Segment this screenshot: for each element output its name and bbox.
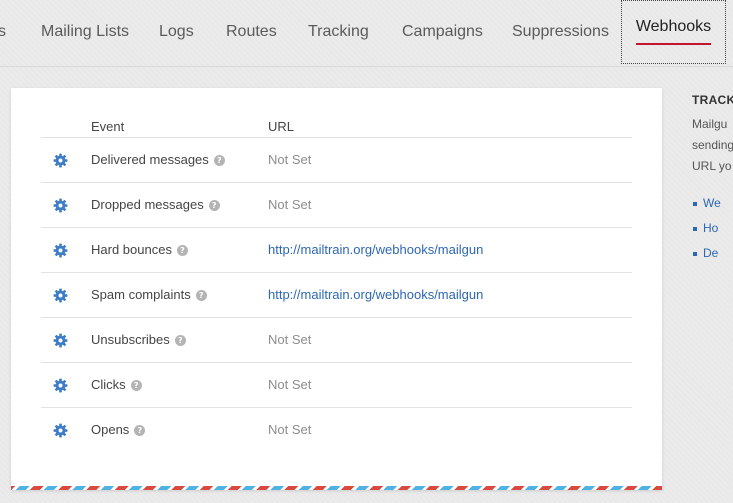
webhook-url[interactable]: http://mailtrain.org/webhooks/mailgun	[268, 287, 483, 302]
tab-mailing-lists[interactable]: Mailing Lists	[41, 0, 129, 64]
sidebar-text-line: sending	[692, 138, 733, 152]
table-row: Delivered messages? Not Set	[41, 138, 632, 183]
question-circle-icon[interactable]: ?	[213, 155, 225, 166]
tab-logs[interactable]: Logs	[159, 0, 194, 64]
webhook-url: Not Set	[268, 197, 312, 212]
event-label: Spam complaints	[91, 287, 191, 302]
event-name: Spam complaints?	[91, 287, 207, 302]
sidebar-link-item: We	[692, 191, 733, 216]
sidebar-link-item: Ho	[692, 216, 733, 241]
event-name: Unsubscribes?	[91, 332, 186, 347]
sidebar-link-item: De	[692, 241, 733, 266]
column-header-url: URL	[268, 119, 295, 134]
webhooks-card: Event URL Delivered messages? Not Set Drop…	[11, 88, 662, 490]
webhook-url: Not Set	[268, 377, 312, 392]
table-row: Opens? Not Set	[41, 408, 632, 453]
gear-icon[interactable]	[53, 243, 68, 258]
table-row: Dropped messages? Not Set	[41, 183, 632, 228]
table-header: Event URL	[41, 115, 632, 138]
event-label: Unsubscribes	[91, 332, 170, 347]
event-label: Dropped messages	[91, 197, 204, 212]
gear-icon[interactable]	[53, 423, 68, 438]
gear-icon[interactable]	[53, 333, 68, 348]
webhooks-table: Event URL Delivered messages? Not Set Drop…	[41, 115, 632, 453]
event-label: Hard bounces	[91, 242, 172, 257]
top-nav: s Mailing Lists Logs Routes Tracking Cam…	[0, 0, 733, 67]
question-circle-icon[interactable]: ?	[208, 200, 220, 211]
question-circle-icon[interactable]: ?	[130, 380, 142, 391]
table-row: Hard bounces? http://mailtrain.org/webhoo…	[41, 228, 632, 273]
sidebar-text-line: Mailgu	[692, 117, 728, 131]
gear-icon[interactable]	[53, 153, 68, 168]
sidebar-link[interactable]: We	[703, 196, 721, 210]
question-circle-icon[interactable]: ?	[195, 290, 207, 301]
table-body: Delivered messages? Not Set Dropped messag…	[41, 138, 632, 453]
event-name: Delivered messages?	[91, 152, 225, 167]
webhook-url: Not Set	[268, 422, 312, 437]
event-label: Opens	[91, 422, 130, 437]
gear-icon[interactable]	[53, 288, 68, 303]
event-name: Dropped messages?	[91, 197, 220, 212]
tab-suppressions[interactable]: Suppressions	[512, 0, 609, 64]
question-circle-icon[interactable]: ?	[174, 335, 186, 346]
sidebar-text-line: URL yo	[692, 159, 732, 173]
tab-webhooks-label: Webhooks	[635, 17, 712, 45]
question-circle-icon[interactable]: ?	[134, 425, 146, 436]
sidebar-links: We Ho De	[692, 191, 733, 266]
sidebar-title: TRACK	[692, 93, 733, 107]
question-circle-icon[interactable]: ?	[176, 245, 188, 256]
column-header-event: Event	[91, 119, 125, 134]
gear-icon[interactable]	[53, 378, 68, 393]
sidebar: TRACK Mailgu sending URL yo We Ho De	[692, 90, 733, 266]
sidebar-link[interactable]: Ho	[703, 221, 718, 235]
gear-icon[interactable]	[53, 198, 68, 213]
webhook-url[interactable]: http://mailtrain.org/webhooks/mailgun	[268, 242, 483, 257]
event-label: Delivered messages	[91, 152, 209, 167]
airmail-border	[11, 486, 662, 490]
sidebar-link[interactable]: De	[703, 246, 718, 260]
tab-tracking[interactable]: Tracking	[308, 0, 369, 64]
webhook-url: Not Set	[268, 152, 312, 167]
event-name: Opens?	[91, 422, 146, 437]
table-row: Spam complaints? http://mailtrain.org/web…	[41, 273, 632, 318]
event-label: Clicks	[91, 377, 126, 392]
event-name: Hard bounces?	[91, 242, 188, 257]
table-row: Unsubscribes? Not Set	[41, 318, 632, 363]
tab-campaigns[interactable]: Campaigns	[402, 0, 483, 64]
tab-webhooks[interactable]: Webhooks	[621, 0, 726, 64]
webhook-url: Not Set	[268, 332, 312, 347]
sidebar-text: Mailgu sending URL yo	[692, 114, 733, 177]
event-name: Clicks?	[91, 377, 142, 392]
tab-partial[interactable]: s	[0, 0, 6, 64]
table-row: Clicks? Not Set	[41, 363, 632, 408]
tab-routes[interactable]: Routes	[226, 0, 277, 64]
